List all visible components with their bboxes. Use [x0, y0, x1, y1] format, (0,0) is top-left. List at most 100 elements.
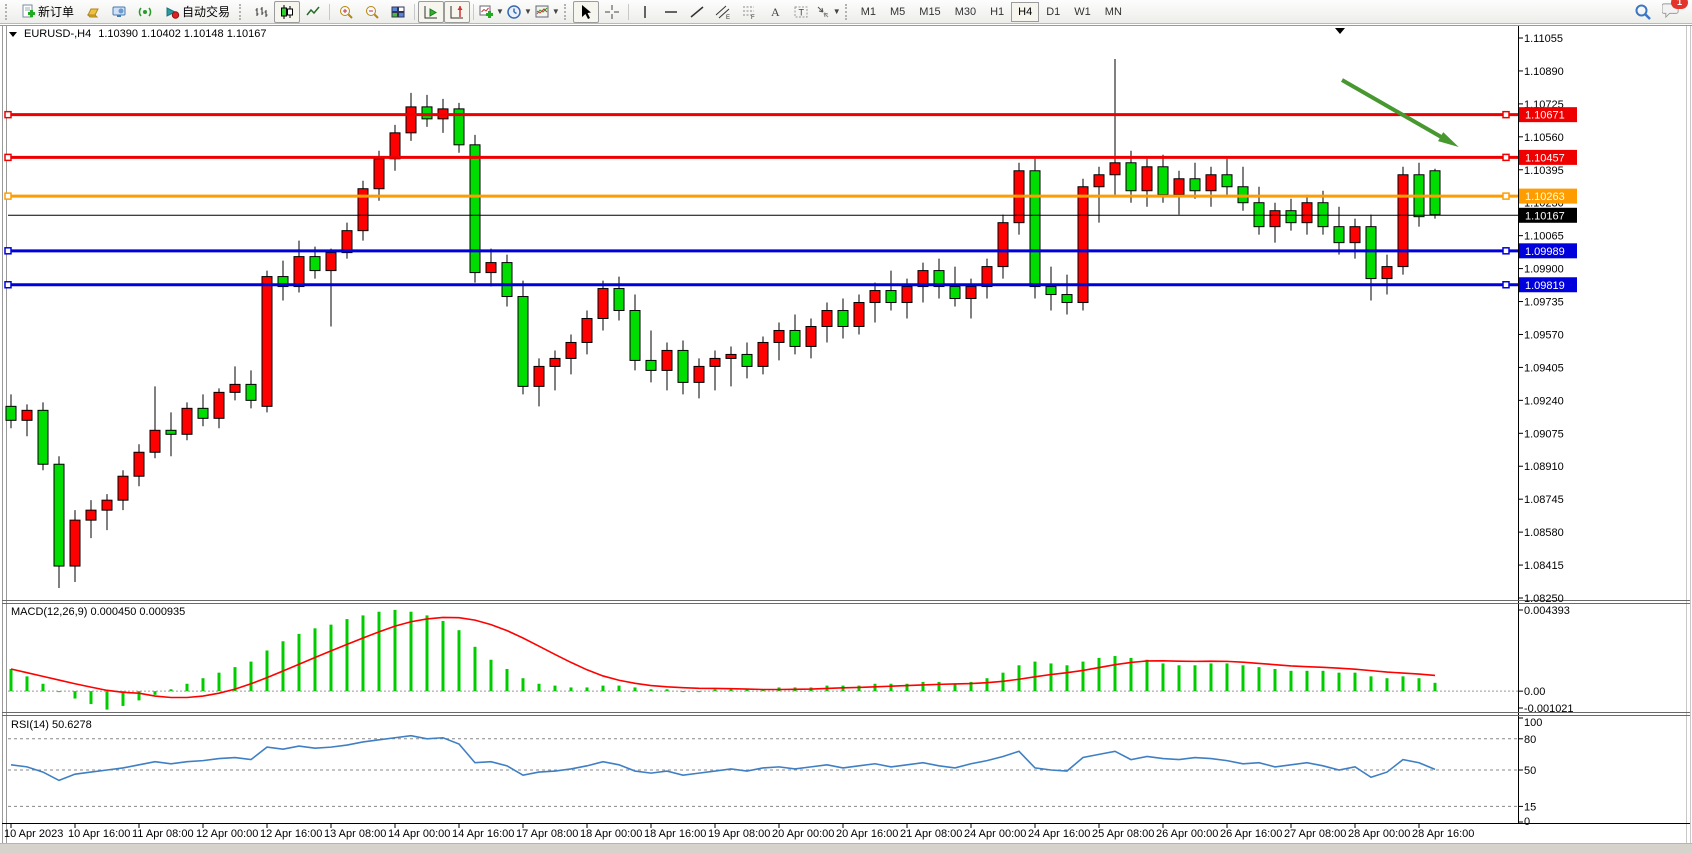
timeframe-mn-button[interactable]: MN: [1098, 2, 1129, 22]
one-click-trading-toggle-icon[interactable]: [9, 32, 17, 37]
svg-text:18 Apr 16:00: 18 Apr 16:00: [644, 828, 706, 840]
svg-text:10 Apr 16:00: 10 Apr 16:00: [68, 828, 130, 840]
svg-text:0: 0: [1524, 816, 1530, 828]
svg-text:12 Apr 16:00: 12 Apr 16:00: [260, 828, 322, 840]
clock-icon: [506, 4, 522, 20]
new-order-button[interactable]: 新订单: [14, 1, 80, 23]
svg-text:80: 80: [1524, 734, 1536, 746]
current-price-line: 1.10167: [8, 208, 1577, 223]
time-axis[interactable]: 10 Apr 202310 Apr 16:0011 Apr 08:0012 Ap…: [4, 824, 1474, 840]
svg-text:F: F: [751, 15, 755, 20]
trendline-tool-button[interactable]: [684, 1, 710, 23]
toolbar-grip[interactable]: [845, 4, 850, 20]
trendline-icon: [689, 4, 705, 20]
horizontal-line-tool-button[interactable]: [658, 1, 684, 23]
fibonacci-tool-button[interactable]: F: [736, 1, 762, 23]
auto-trading-label: 自动交易: [182, 3, 230, 20]
cursor-tool-button[interactable]: [573, 1, 599, 23]
svg-text:1.09570: 1.09570: [1524, 329, 1564, 341]
toolbar-separator: [329, 4, 330, 20]
new-chart-icon: [478, 4, 494, 20]
timeframe-h4-button[interactable]: H4: [1011, 2, 1039, 22]
signals-button[interactable]: [132, 1, 158, 23]
new-chart-dropdown[interactable]: ▼: [477, 1, 505, 23]
channel-tool-button[interactable]: E: [710, 1, 736, 23]
search-icon[interactable]: [1634, 3, 1652, 21]
text-label-tool-button[interactable]: T: [788, 1, 814, 23]
candles-layer[interactable]: [6, 59, 1440, 588]
toolbar: 新订单 自动交: [0, 0, 1692, 24]
crosshair-icon: [604, 4, 620, 20]
timeframe-m5-button[interactable]: M5: [883, 2, 912, 22]
market-watch-button[interactable]: [80, 1, 106, 23]
svg-text:1.10890: 1.10890: [1524, 66, 1564, 78]
horizontal-lines-layer[interactable]: 1.106711.104571.102631.099891.09819: [5, 107, 1577, 292]
svg-text:E: E: [726, 15, 730, 20]
chart-shift-button[interactable]: [444, 1, 470, 23]
svg-text:21 Apr 08:00: 21 Apr 08:00: [900, 828, 962, 840]
chart-frame: [0, 26, 1692, 844]
svg-text:0.004393: 0.004393: [1524, 605, 1570, 617]
notifications-button[interactable]: 1: [1662, 1, 1682, 22]
svg-text:20 Apr 00:00: 20 Apr 00:00: [772, 828, 834, 840]
terminal-button[interactable]: [106, 1, 132, 23]
line-chart-mode-button[interactable]: [300, 1, 326, 23]
chart-symbol-period: EURUSD-,H4: [24, 28, 91, 40]
chart-window: 1.110551.108901.107251.105601.103951.102…: [0, 24, 1692, 853]
auto-trading-button[interactable]: 自动交易: [158, 1, 236, 23]
zoom-in-icon: [338, 4, 354, 20]
svg-text:26 Apr 00:00: 26 Apr 00:00: [1156, 828, 1218, 840]
chevron-down-icon: ▼: [833, 8, 841, 16]
window-bottom-edge: [0, 843, 1692, 853]
svg-text:24 Apr 16:00: 24 Apr 16:00: [1028, 828, 1090, 840]
toolbar-grip[interactable]: [239, 4, 244, 20]
svg-text:1.09989: 1.09989: [1525, 246, 1565, 258]
arrow-objects-icon: [815, 4, 831, 20]
arrows-dropdown[interactable]: ▼: [814, 1, 842, 23]
zoom-out-button[interactable]: [359, 1, 385, 23]
crosshair-tool-button[interactable]: [599, 1, 625, 23]
timeframe-m15-button[interactable]: M15: [912, 2, 947, 22]
notification-badge: 1: [1671, 0, 1688, 9]
gold-ingot-icon: [85, 4, 101, 20]
timeframe-h1-button[interactable]: H1: [983, 2, 1011, 22]
auto-scroll-button[interactable]: [418, 1, 444, 23]
chart-canvas[interactable]: 1.110551.108901.107251.105601.103951.102…: [0, 24, 1692, 843]
zoom-in-button[interactable]: [333, 1, 359, 23]
tile-windows-button[interactable]: [385, 1, 411, 23]
text-tool-button[interactable]: A: [762, 1, 788, 23]
zoom-out-icon: [364, 4, 380, 20]
line-chart-icon: [305, 4, 321, 20]
toolbar-grip[interactable]: [5, 4, 10, 20]
vertical-line-tool-button[interactable]: [632, 1, 658, 23]
timeframe-w1-button[interactable]: W1: [1067, 2, 1098, 22]
text-icon: A: [767, 4, 783, 20]
new-order-icon: [20, 4, 36, 20]
chevron-down-icon: ▼: [552, 8, 560, 16]
svg-text:1.08580: 1.08580: [1524, 527, 1564, 539]
candlestick-mode-button[interactable]: [274, 1, 300, 23]
periods-dropdown[interactable]: ▼: [505, 1, 533, 23]
svg-text:T: T: [798, 7, 804, 17]
scroll-end-marker[interactable]: [1335, 28, 1345, 34]
timeframe-m1-button[interactable]: M1: [854, 2, 883, 22]
bar-chart-mode-button[interactable]: [248, 1, 274, 23]
chart-title: EURUSD-,H4 1.10390 1.10402 1.10148 1.101…: [9, 28, 266, 40]
svg-text:1.10671: 1.10671: [1525, 110, 1565, 122]
macd-pane[interactable]: 0.0043930.00-0.001021: [8, 605, 1574, 715]
svg-text:50: 50: [1524, 765, 1536, 777]
svg-text:1.10263: 1.10263: [1525, 191, 1565, 203]
timeframe-m30-button[interactable]: M30: [948, 2, 983, 22]
svg-text:17 Apr 08:00: 17 Apr 08:00: [516, 828, 578, 840]
candlestick-icon: [279, 4, 295, 20]
bar-chart-icon: [253, 4, 269, 20]
indicators-dropdown[interactable]: ▼: [533, 1, 561, 23]
svg-text:1.08910: 1.08910: [1524, 461, 1564, 473]
rsi-pane[interactable]: 1008050150: [8, 717, 1542, 828]
svg-text:24 Apr 00:00: 24 Apr 00:00: [964, 828, 1026, 840]
timeframe-d1-button[interactable]: D1: [1039, 2, 1067, 22]
macd-indicator-label: MACD(12,26,9) 0.000450 0.000935: [11, 606, 185, 618]
toolbar-grip[interactable]: [564, 4, 569, 20]
new-order-label: 新订单: [38, 3, 74, 20]
svg-text:1.09735: 1.09735: [1524, 297, 1564, 309]
